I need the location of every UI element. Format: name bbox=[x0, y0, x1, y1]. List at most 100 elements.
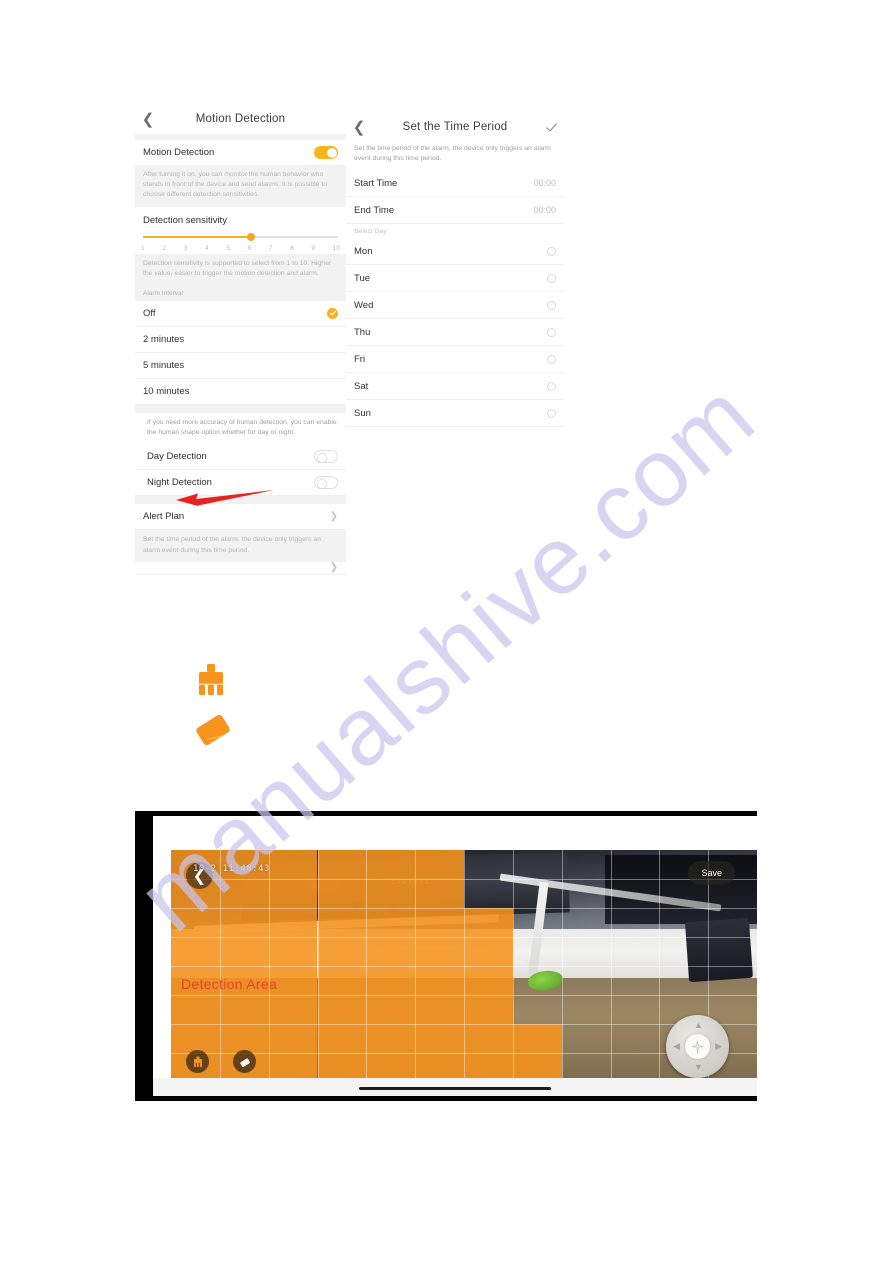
alarm-interval-option[interactable]: 10 minutes bbox=[135, 378, 346, 405]
day-label: Wed bbox=[354, 299, 374, 311]
human-shape-toggle[interactable] bbox=[314, 450, 338, 464]
sensitivity-tick: 4 bbox=[204, 244, 209, 252]
red-arrow-annotation bbox=[176, 490, 274, 506]
alarm-interval-option[interactable]: 2 minutes bbox=[135, 326, 346, 353]
eraser-icon bbox=[196, 714, 230, 746]
home-indicator bbox=[359, 1086, 551, 1090]
toggle-knob bbox=[316, 478, 327, 489]
eraser-icon bbox=[239, 1057, 250, 1067]
back-chevron-left-icon[interactable]: ❮ bbox=[135, 104, 161, 134]
sensitivity-tick: 3 bbox=[183, 244, 188, 252]
eraser-tool-button[interactable] bbox=[233, 1050, 256, 1073]
day-label: Tue bbox=[354, 272, 371, 284]
check-glyph bbox=[545, 123, 557, 131]
alarm-interval-group-label: Alarm Interval bbox=[135, 284, 346, 301]
day-radio[interactable] bbox=[547, 354, 556, 364]
day-row[interactable]: Fri bbox=[346, 346, 564, 374]
day-row[interactable]: Wed bbox=[346, 292, 564, 320]
alarm-interval-option-label: Off bbox=[143, 307, 156, 319]
toggle-knob bbox=[326, 147, 337, 158]
chevron-up-icon[interactable]: ▲ bbox=[694, 1021, 703, 1030]
time-row-label: Start Time bbox=[354, 177, 398, 189]
grid-line-horizontal bbox=[171, 879, 757, 880]
alert-plan-label: Alert Plan bbox=[143, 511, 185, 523]
day-row[interactable]: Sun bbox=[346, 400, 564, 428]
sensitivity-tick-labels: 1 2 3 4 5 6 7 8 9 10 bbox=[135, 239, 346, 254]
day-radio[interactable] bbox=[547, 381, 556, 391]
day-row[interactable]: Thu bbox=[346, 319, 564, 347]
day-radio[interactable] bbox=[547, 408, 556, 418]
truncated-label bbox=[143, 562, 146, 573]
grid-line-horizontal bbox=[171, 937, 757, 938]
day-label: Thu bbox=[354, 326, 371, 338]
day-row[interactable]: Sat bbox=[346, 373, 564, 401]
day-row[interactable]: Mon bbox=[346, 238, 564, 266]
day-label: Sat bbox=[354, 380, 369, 392]
sensitivity-tick: 9 bbox=[311, 244, 315, 252]
ptz-joystick[interactable]: ▲ ▼ ◀ ▶ bbox=[666, 1015, 729, 1078]
slider-thumb[interactable] bbox=[247, 232, 256, 241]
grid-line-horizontal bbox=[171, 995, 757, 996]
navbar-spacer bbox=[320, 104, 346, 134]
detection-area-label: Detection Area bbox=[181, 976, 278, 992]
day-label: Mon bbox=[354, 245, 373, 257]
tool-icon-legend bbox=[196, 664, 230, 746]
human-shape-description: If you need more accuracy of human detec… bbox=[135, 412, 346, 445]
back-chevron-left-icon[interactable]: ❮ bbox=[346, 112, 372, 142]
time-row[interactable]: End Time 00:00 bbox=[346, 197, 564, 225]
sensitivity-tick: 1 bbox=[141, 244, 145, 252]
brush-tool-button[interactable] bbox=[186, 1050, 209, 1073]
sensitivity-tick: 8 bbox=[290, 244, 294, 252]
human-shape-label: Day Detection bbox=[147, 451, 207, 463]
chevron-down-icon[interactable]: ▼ bbox=[694, 1063, 703, 1072]
joystick-center-button[interactable] bbox=[685, 1034, 710, 1059]
human-shape-row[interactable]: Day Detection bbox=[135, 444, 346, 471]
day-radio[interactable] bbox=[547, 273, 556, 283]
time-period-navbar: ❮ Set the Time Period bbox=[346, 112, 564, 142]
section-divider bbox=[135, 404, 346, 413]
alarm-interval-option[interactable]: 5 minutes bbox=[135, 352, 346, 379]
day-row[interactable]: Tue bbox=[346, 265, 564, 293]
grid-line-horizontal bbox=[171, 908, 757, 909]
next-row-truncated[interactable]: ❯ bbox=[135, 561, 346, 575]
chevron-right-icon[interactable]: ▶ bbox=[715, 1042, 722, 1051]
alarm-interval-option[interactable]: Off bbox=[135, 300, 346, 327]
slider-track bbox=[143, 232, 338, 241]
detection-area-screen-frame: SAMSUNG ❮ 10-2 11:48:43 Save Detection A… bbox=[135, 811, 757, 1101]
day-radio[interactable] bbox=[547, 246, 556, 256]
alarm-interval-option-label: 10 minutes bbox=[143, 385, 190, 397]
day-radio[interactable] bbox=[547, 300, 556, 310]
time-row-label: End Time bbox=[354, 204, 395, 216]
page-title: Motion Detection bbox=[195, 113, 286, 125]
motion-detection-screen: ❮ Motion Detection Motion Detection Afte… bbox=[135, 104, 346, 575]
page-title: Set the Time Period bbox=[402, 121, 508, 133]
brush-icon bbox=[193, 1056, 202, 1067]
time-row[interactable]: Start Time 00:00 bbox=[346, 170, 564, 198]
day-radio[interactable] bbox=[547, 327, 556, 337]
focus-icon bbox=[691, 1040, 704, 1053]
alert-plan-description: Set the time period of the alarm, the de… bbox=[135, 530, 346, 562]
time-row-value: 00:00 bbox=[533, 205, 556, 216]
check-icon bbox=[327, 307, 338, 319]
chevron-right-icon: ❯ bbox=[329, 510, 338, 522]
sensitivity-tick: 5 bbox=[226, 244, 230, 252]
select-day-label: Select Day bbox=[346, 224, 564, 239]
human-shape-label: Night Detection bbox=[147, 477, 212, 489]
motion-detection-label: Motion Detection bbox=[143, 147, 215, 158]
alarm-interval-option-label: 5 minutes bbox=[143, 359, 185, 371]
motion-detection-toggle[interactable] bbox=[314, 146, 338, 159]
chevron-left-icon[interactable]: ◀ bbox=[673, 1042, 680, 1051]
sensitivity-slider[interactable] bbox=[135, 229, 346, 241]
confirm-check-icon[interactable] bbox=[538, 112, 564, 142]
motion-detection-row[interactable]: Motion Detection bbox=[135, 140, 346, 165]
sensitivity-tick: 7 bbox=[268, 244, 273, 252]
brush-icon bbox=[199, 664, 223, 695]
human-shape-toggle[interactable] bbox=[314, 476, 338, 490]
save-button[interactable]: Save bbox=[688, 861, 735, 885]
sensitivity-description: Detection sensitivity is supported to se… bbox=[135, 253, 346, 285]
slider-fill bbox=[143, 235, 252, 238]
alarm-interval-option-label: 2 minutes bbox=[143, 333, 185, 345]
detection-area-screen: SAMSUNG ❮ 10-2 11:48:43 Save Detection A… bbox=[153, 816, 757, 1096]
motion-detection-navbar: ❮ Motion Detection bbox=[135, 104, 346, 134]
motion-detection-description: After turning it on, you can monitor the… bbox=[135, 165, 346, 207]
